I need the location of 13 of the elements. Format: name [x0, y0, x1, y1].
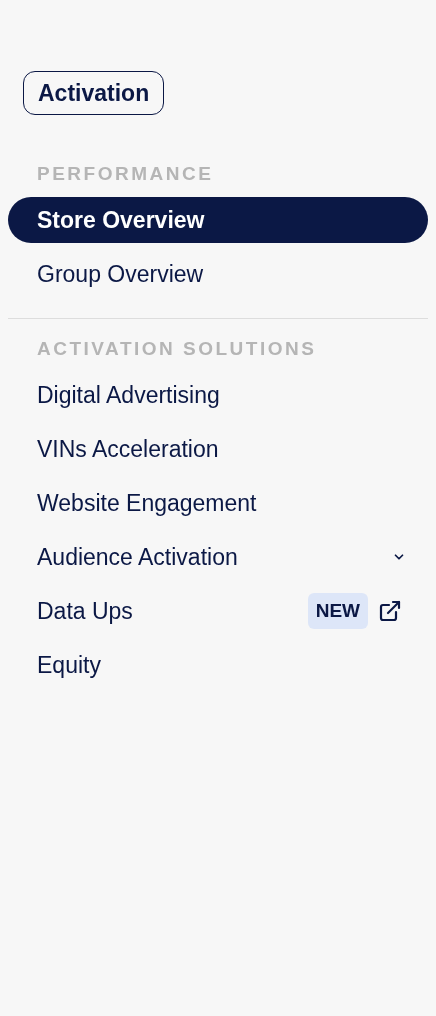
- new-badge: NEW: [307, 593, 368, 629]
- section-heading: ACTIVATION SOLUTIONS: [36, 337, 318, 361]
- nav-item[interactable]: Website Engagement: [8, 480, 428, 526]
- nav-item[interactable]: Digital Advertising: [8, 372, 428, 418]
- nav-item[interactable]: Equity: [8, 642, 428, 688]
- external-link-icon: [378, 599, 402, 623]
- nav-item[interactable]: VINs Acceleration: [8, 426, 428, 472]
- nav-item[interactable]: Store Overview: [8, 197, 428, 243]
- nav-item[interactable]: Audience Activation: [8, 534, 428, 580]
- nav-item[interactable]: Group Overview: [8, 251, 428, 297]
- nav-item[interactable]: Data Ups NEW: [8, 588, 428, 634]
- section-heading: PERFORMANCE: [36, 162, 215, 186]
- activation-badge: Activation: [23, 71, 165, 115]
